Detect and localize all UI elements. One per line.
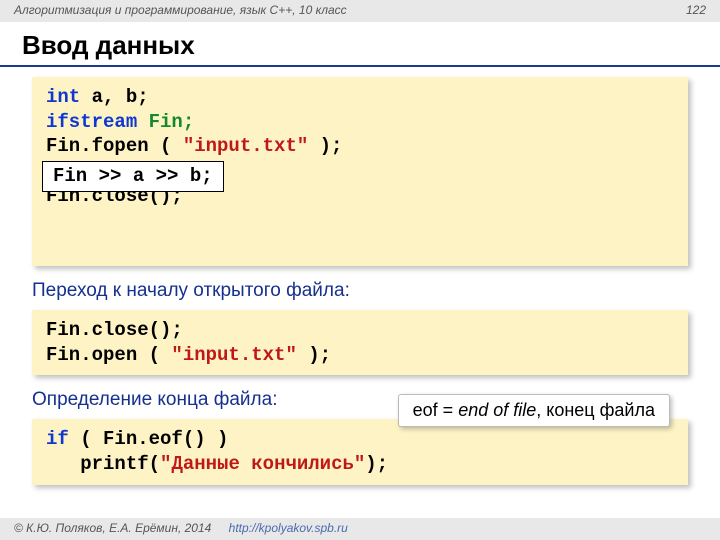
code-text: ); bbox=[365, 453, 388, 475]
code-block-2: Fin.close(); Fin.open ( "input.txt" ); bbox=[32, 310, 688, 375]
header-bar: Алгоритмизация и программирование, язык … bbox=[0, 0, 720, 22]
tooltip-prefix: eof = bbox=[413, 400, 459, 420]
code-text: Fin.open ( bbox=[46, 344, 171, 366]
footer-url: http://kpolyakov.spb.ru bbox=[229, 521, 348, 535]
string-literal: "Данные кончились" bbox=[160, 453, 365, 475]
string-literal: "input.txt" bbox=[183, 135, 308, 157]
string-literal: "input.txt" bbox=[171, 344, 296, 366]
tooltip-suffix: , конец файла bbox=[536, 400, 655, 420]
code-text: printf( bbox=[80, 453, 160, 475]
code-text: Fin.close(); bbox=[46, 319, 183, 341]
keyword-if: if bbox=[46, 428, 69, 450]
footer-bar: © К.Ю. Поляков, Е.А. Ерёмин, 2014 http:/… bbox=[0, 518, 720, 540]
subheading-1: Переход к началу открытого файла: bbox=[32, 280, 688, 302]
code-text: ( Fin.eof() ) bbox=[69, 428, 229, 450]
highlighted-line: Fin >> a >> b; bbox=[42, 161, 224, 192]
tooltip-eof: eof = end of file, конец файла bbox=[398, 394, 670, 427]
page-number: 122 bbox=[686, 3, 706, 19]
code-block-1: int a, b; ifstream Fin; Fin.fopen ( "inp… bbox=[32, 77, 688, 266]
code-block-3: if ( Fin.eof() ) printf("Данные кончилис… bbox=[32, 419, 688, 484]
copyright: © К.Ю. Поляков, Е.А. Ерёмин, 2014 bbox=[14, 521, 211, 535]
indent bbox=[46, 453, 80, 475]
breadcrumb: Алгоритмизация и программирование, язык … bbox=[14, 3, 347, 19]
tooltip-italic: end of file bbox=[458, 400, 536, 420]
keyword-int: int bbox=[46, 86, 80, 108]
var-fin: Fin; bbox=[137, 111, 194, 133]
page-title: Ввод данных bbox=[0, 22, 720, 67]
code-text: a, b; bbox=[80, 86, 148, 108]
keyword-ifstream: ifstream bbox=[46, 111, 137, 133]
code-text: ); bbox=[308, 135, 342, 157]
code-text: ); bbox=[297, 344, 331, 366]
code-text: Fin.fopen ( bbox=[46, 135, 183, 157]
